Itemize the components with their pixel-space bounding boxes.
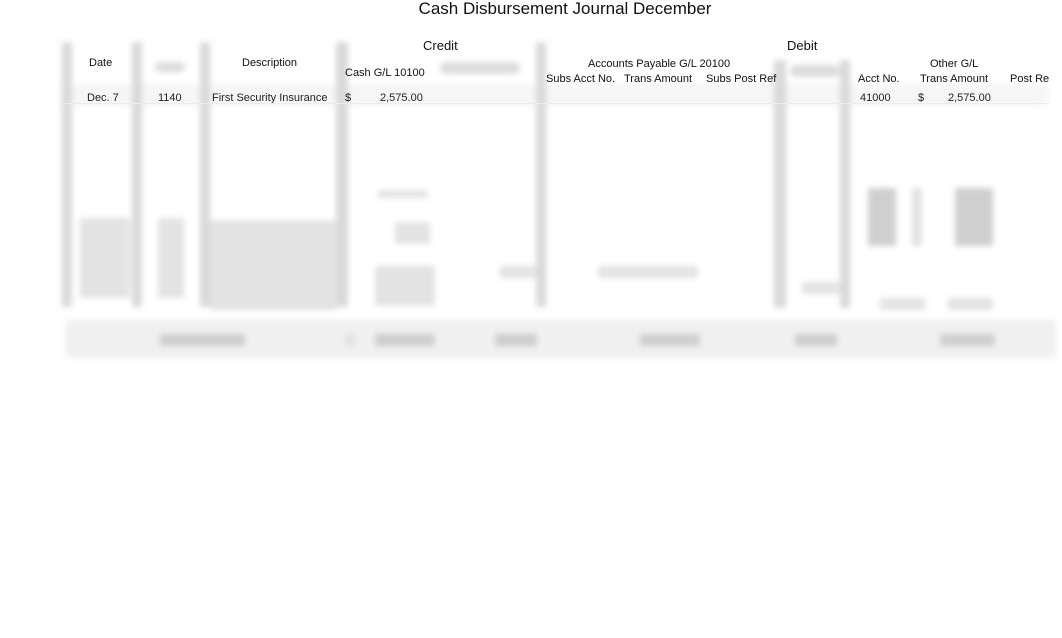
group-header-other-gl: Other G/L: [930, 58, 979, 70]
blurred-value: [80, 218, 130, 298]
column-header-date: Date: [89, 57, 113, 69]
column-header-ap-subs-post-ref: Subs Post Ref: [706, 73, 777, 85]
blurred-value: [880, 298, 925, 310]
blurred-total: [640, 334, 700, 346]
blurred-total-label: [160, 334, 245, 346]
column-header-other-post-ref: Post Re: [1010, 73, 1050, 85]
blurred-total: [940, 334, 995, 346]
blurred-value: [868, 188, 896, 246]
table-row: Dec. 7 1140 First Security Insurance $ 2…: [0, 88, 1062, 104]
blurred-total: [495, 334, 537, 346]
column-header-ap-trans-amount: Trans Amount: [624, 73, 693, 85]
group-header-debit: Debit: [787, 38, 818, 53]
blurred-value: [955, 188, 993, 246]
column-divider: [200, 42, 210, 307]
totals-row: [66, 320, 1056, 358]
column-divider: [132, 42, 142, 307]
column-header-ap-subs-acct-no: Subs Acct No.: [546, 73, 616, 85]
column-header-description: Description: [242, 57, 298, 69]
page-title: Cash Disbursement Journal December: [418, 0, 712, 18]
blurred-value: [375, 266, 435, 306]
blurred-total: [795, 334, 837, 346]
blurred-value: [395, 222, 430, 244]
blurred-value: [158, 218, 184, 298]
blurred-value: [802, 282, 840, 294]
header-blur-credit-col: [440, 62, 520, 74]
column-divider: [536, 42, 546, 307]
group-header-credit: Credit: [423, 38, 458, 53]
blurred-value: [912, 188, 922, 246]
header-blur-debit-col: [790, 65, 840, 77]
column-header-cash: Cash G/L 10100: [345, 67, 425, 79]
blurred-value: [378, 190, 428, 198]
blurred-total: [375, 334, 435, 346]
group-header-accounts-payable: Accounts Payable G/L 20100: [588, 58, 731, 70]
header-blur-check-no: [155, 62, 185, 72]
blurred-total: [345, 334, 355, 346]
blurred-value: [210, 220, 336, 310]
blurred-value: [948, 298, 993, 310]
preview-cutoff-line: [60, 103, 1050, 104]
blurred-value: [500, 266, 536, 278]
column-header-other-trans-amount: Trans Amount: [920, 73, 989, 85]
column-divider: [336, 42, 348, 307]
column-header-other-acct-no: Acct No.: [858, 73, 900, 85]
blurred-value: [598, 266, 698, 278]
column-divider: [62, 42, 72, 307]
